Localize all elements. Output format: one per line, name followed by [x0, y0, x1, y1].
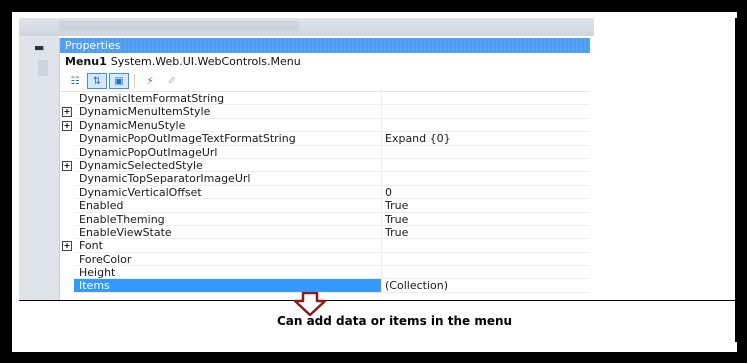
property-name: DynamicSelectedStyle: [74, 158, 382, 173]
row-gutter: [60, 132, 74, 145]
property-value[interactable]: 0: [382, 186, 590, 200]
dock-marker: [38, 60, 48, 76]
plus-icon[interactable]: +: [62, 120, 72, 131]
toolbar-separator: [134, 74, 135, 88]
property-name: DynamicTopSeparatorImageUrl: [74, 172, 382, 186]
property-name: Enabled: [74, 199, 382, 213]
property-value[interactable]: Expand {0}: [382, 132, 590, 146]
property-row[interactable]: DynamicVerticalOffset 0: [60, 185, 590, 200]
property-value[interactable]: [382, 146, 590, 159]
property-row[interactable]: Height: [60, 266, 590, 280]
property-name: DynamicPopOutImageTextFormatString: [74, 132, 382, 146]
property-row[interactable]: EnableViewState True: [60, 225, 590, 240]
row-gutter: [60, 199, 74, 212]
ide-toolbar-strip: [19, 18, 594, 36]
divider: [19, 300, 739, 301]
object-type: System.Web.UI.WebControls.Menu: [110, 55, 301, 68]
expand-icon[interactable]: +: [60, 105, 74, 118]
properties-title-bar[interactable]: Properties: [60, 38, 590, 53]
row-gutter: [60, 253, 74, 266]
plus-icon[interactable]: +: [62, 160, 72, 171]
property-value[interactable]: True: [382, 213, 590, 226]
property-value[interactable]: [382, 239, 590, 253]
property-row[interactable]: DynamicTopSeparatorImageUrl: [60, 172, 590, 186]
row-gutter: [60, 266, 74, 279]
property-name: DynamicPopOutImageUrl: [74, 145, 382, 159]
property-row[interactable]: DynamicItemFormatString: [60, 92, 590, 106]
property-row[interactable]: + DynamicMenuItemStyle: [60, 105, 590, 119]
categorized-icon[interactable]: ☷: [65, 73, 85, 89]
property-row[interactable]: ForeColor: [60, 252, 590, 267]
row-gutter: [60, 226, 74, 239]
property-value[interactable]: (Collection): [382, 279, 590, 293]
row-gutter: [60, 146, 74, 159]
property-name: EnableViewState: [74, 225, 382, 240]
property-name: ForeColor: [74, 252, 382, 267]
property-value[interactable]: True: [382, 199, 590, 213]
expand-icon[interactable]: +: [60, 159, 74, 172]
expand-icon[interactable]: +: [60, 119, 74, 132]
plus-icon[interactable]: +: [62, 241, 72, 252]
property-value[interactable]: [382, 159, 590, 173]
property-value[interactable]: [382, 105, 590, 119]
property-row[interactable]: + DynamicMenuStyle: [60, 118, 590, 133]
down-arrow-icon: [293, 292, 327, 316]
property-name: DynamicMenuItemStyle: [74, 105, 382, 119]
collapse-icon[interactable]: ▬: [34, 41, 44, 54]
property-row[interactable]: EnableTheming True: [60, 212, 590, 226]
expand-icon[interactable]: +: [60, 239, 74, 252]
object-selector[interactable]: Menu1 System.Web.UI.WebControls.Menu: [60, 53, 590, 71]
property-name: EnableTheming: [74, 212, 382, 226]
property-pages-icon[interactable]: ✐: [162, 73, 182, 89]
row-gutter: [60, 186, 74, 199]
property-name: Height: [74, 266, 382, 280]
property-value[interactable]: [382, 266, 590, 280]
property-name: Items: [74, 279, 382, 293]
object-name: Menu1: [65, 55, 107, 68]
property-value[interactable]: True: [382, 226, 590, 240]
frame-border: [735, 18, 737, 342]
property-value[interactable]: [382, 119, 590, 133]
property-row[interactable]: DynamicPopOutImageTextFormatString Expand…: [60, 132, 590, 146]
property-row[interactable]: + DynamicSelectedStyle: [60, 158, 590, 173]
properties-toolbar: ☷ ⇅ ▣ ⚡ ✐: [60, 71, 590, 92]
row-gutter: [60, 213, 74, 226]
property-row[interactable]: DynamicPopOutImageUrl: [60, 145, 590, 159]
properties-panel: Properties Menu1 System.Web.UI.WebControl…: [59, 38, 590, 300]
property-value[interactable]: [382, 172, 590, 186]
annotation-caption: Can add data or items in the menu: [276, 314, 513, 328]
property-name: DynamicItemFormatString: [74, 92, 382, 106]
property-name: DynamicMenuStyle: [74, 118, 382, 133]
events-icon[interactable]: ⚡: [140, 73, 160, 89]
property-value[interactable]: [382, 253, 590, 267]
alphabetical-icon[interactable]: ⇅: [87, 73, 107, 89]
plus-icon[interactable]: +: [62, 107, 72, 118]
row-gutter: [60, 279, 74, 292]
property-name: DynamicVerticalOffset: [74, 185, 382, 200]
properties-icon[interactable]: ▣: [109, 73, 129, 89]
property-value[interactable]: [382, 92, 590, 106]
property-row[interactable]: Enabled True: [60, 199, 590, 213]
property-row[interactable]: Items (Collection): [60, 279, 590, 293]
property-grid: DynamicItemFormatString + DynamicMenuItemS…: [60, 92, 590, 293]
property-name: Font: [74, 239, 382, 253]
row-gutter: [60, 92, 74, 105]
row-gutter: [60, 172, 74, 185]
property-row[interactable]: + Font: [60, 239, 590, 253]
